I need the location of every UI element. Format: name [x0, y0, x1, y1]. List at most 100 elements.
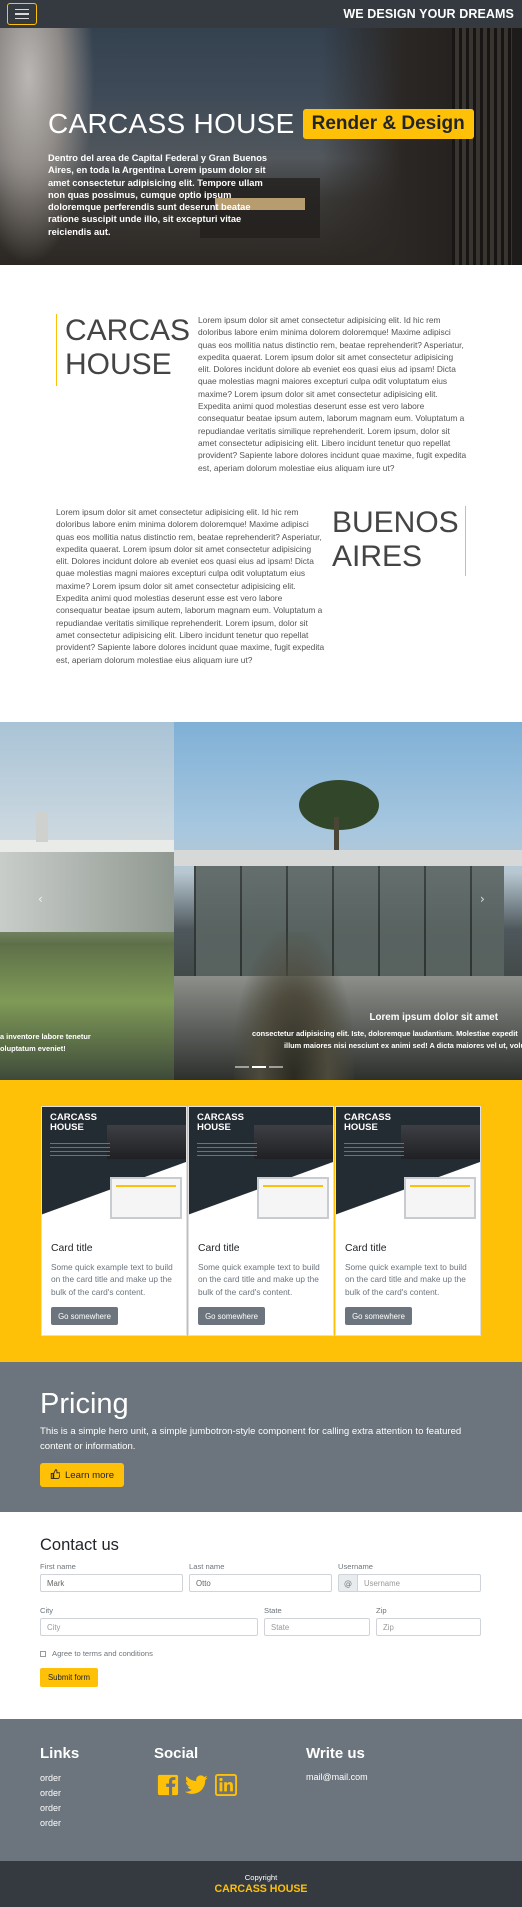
carousel-heading: Lorem ipsum dolor sit amet	[369, 1012, 498, 1023]
links-title: Links	[40, 1745, 80, 1762]
email-link[interactable]: mail@mail.com	[306, 1772, 368, 1782]
section-title-line: CARCAS	[65, 314, 191, 347]
hero-text: Dentro del area de Capital Federal y Gra…	[48, 153, 268, 237]
section-title-line: HOUSE	[65, 348, 172, 381]
carousel-indicator[interactable]	[235, 1066, 249, 1068]
go-somewhere-button[interactable]: Go somewhere	[345, 1307, 412, 1325]
hero-badge: Render & Design	[302, 109, 474, 139]
card-image: CARCASS HOUSE	[336, 1107, 480, 1229]
carousel-indicator[interactable]	[252, 1066, 266, 1068]
carousel-slide-active	[174, 722, 522, 1080]
page: WE DESIGN YOUR DREAMS CARCASS HOUSE Rend…	[0, 0, 522, 1907]
facebook-icon[interactable]	[156, 1773, 179, 1796]
card-body: Card title Some quick example text to bu…	[345, 1243, 473, 1298]
pricing-text: This is a simple hero unit, a simple jum…	[40, 1426, 462, 1452]
section-buenos-aires-title: BUENOS AIRES	[332, 506, 466, 576]
navbar: WE DESIGN YOUR DREAMS	[0, 0, 522, 28]
card-image-lines	[50, 1143, 110, 1157]
carousel-indicators	[235, 1066, 283, 1068]
house-roof	[0, 840, 174, 852]
chevron-right-icon[interactable]: ›	[480, 892, 485, 906]
laptop-mockup	[257, 1177, 329, 1219]
footer-link[interactable]: order	[40, 1818, 61, 1828]
submit-button[interactable]: Submit form	[40, 1668, 98, 1687]
state-label: State	[264, 1606, 282, 1615]
carousel-caption: illum maiores nisi nesciunt ex animi sed…	[284, 1041, 522, 1050]
pricing-title: Pricing	[40, 1388, 129, 1420]
card-image-title-line: HOUSE	[344, 1122, 378, 1133]
carousel-caption: consectetur adipisicing elit. Iste, dolo…	[252, 1029, 518, 1038]
copyright-label: Copyright	[244, 1873, 278, 1882]
card-image-lines	[197, 1143, 257, 1157]
house-roof	[174, 850, 522, 866]
city-field[interactable]: City	[40, 1618, 258, 1636]
thumbs-up-icon	[50, 1468, 61, 1482]
hero-banner: CARCASS HOUSE Render & Design Dentro del…	[0, 28, 522, 265]
hero-title-text: CARCASS HOUSE	[48, 108, 295, 139]
last-name-field[interactable]: Otto	[189, 1574, 332, 1592]
social-icons	[156, 1773, 237, 1796]
linkedin-icon[interactable]	[214, 1773, 237, 1796]
card-image-title: CARCASS HOUSE	[197, 1113, 244, 1133]
go-somewhere-button[interactable]: Go somewhere	[51, 1307, 118, 1325]
card: CARCASS HOUSE Card title Some quick examp…	[335, 1106, 481, 1336]
state-field[interactable]: State	[264, 1618, 370, 1636]
footer: Links order order order order Social Wri…	[0, 1719, 522, 1861]
image-carousel[interactable]: a inventore labore tenetur oluptatum eve…	[0, 722, 522, 1080]
carousel-caption: oluptatum eveniet!	[0, 1044, 66, 1053]
carousel-slide-prev: a inventore labore tenetur oluptatum eve…	[0, 722, 174, 1080]
agree-label: Agree to terms and conditions	[52, 1649, 153, 1658]
card-image-title: CARCASS HOUSE	[344, 1113, 391, 1133]
hamburger-icon[interactable]	[7, 3, 37, 25]
username-label: Username	[338, 1562, 374, 1571]
navbar-brand[interactable]: WE DESIGN YOUR DREAMS	[343, 7, 514, 21]
card-image-lines	[344, 1143, 404, 1157]
contact-form: Contact us First name Mark Last name Ott…	[0, 1512, 522, 1719]
city-label: City	[40, 1606, 54, 1615]
copyright-brand: CARCASS HOUSE	[214, 1883, 308, 1895]
last-name-label: Last name	[189, 1562, 225, 1571]
at-sign-icon: @	[338, 1574, 358, 1592]
pricing-jumbotron: Pricing This is a simple hero unit, a si…	[0, 1362, 522, 1512]
card-text: Some quick example text to build on the …	[345, 1262, 467, 1297]
card-text: Some quick example text to build on the …	[198, 1262, 320, 1297]
carousel-caption: a inventore labore tenetur	[0, 1032, 91, 1041]
section-title-line: BUENOS	[332, 506, 459, 539]
card-text: Some quick example text to build on the …	[51, 1262, 173, 1297]
username-field[interactable]: Username	[357, 1574, 481, 1592]
section-carcas-house-title: CARCAS HOUSE	[56, 314, 196, 386]
contact-title: Contact us	[40, 1536, 119, 1554]
footer-link[interactable]: order	[40, 1803, 61, 1813]
laptop-mockup	[404, 1177, 476, 1219]
go-somewhere-button[interactable]: Go somewhere	[198, 1307, 265, 1325]
twitter-icon[interactable]	[185, 1773, 208, 1796]
agree-checkbox[interactable]: Agree to terms and conditions	[40, 1649, 153, 1658]
ornamental-grass	[234, 932, 354, 1080]
card-title: Card title	[345, 1243, 387, 1254]
card-image: CARCASS HOUSE	[189, 1107, 333, 1229]
write-us-title: Write us	[306, 1745, 365, 1762]
copyright-bar: Copyright CARCASS HOUSE	[0, 1861, 522, 1907]
card-image: CARCASS HOUSE	[42, 1107, 186, 1229]
section-carcas-house-text: Lorem ipsum dolor sit amet consectetur a…	[198, 315, 467, 473]
first-name-field[interactable]: Mark	[40, 1574, 183, 1592]
footer-link[interactable]: order	[40, 1788, 61, 1798]
laptop-mockup	[110, 1177, 182, 1219]
card: CARCASS HOUSE Card title Some quick examp…	[188, 1106, 334, 1336]
house-chimney	[36, 812, 48, 842]
zip-label: Zip	[376, 1606, 387, 1615]
card-body: Card title Some quick example text to bu…	[198, 1243, 326, 1298]
chevron-left-icon[interactable]: ‹	[38, 892, 43, 906]
section-buenos-aires-text: Lorem ipsum dolor sit amet consectetur a…	[56, 507, 325, 665]
hero-slats	[452, 28, 512, 265]
house-wall	[0, 852, 174, 932]
zip-field[interactable]: Zip	[376, 1618, 481, 1636]
palm-tree	[299, 780, 379, 830]
carousel-indicator[interactable]	[269, 1066, 283, 1068]
first-name-label: First name	[40, 1562, 76, 1571]
checkbox-box[interactable]	[40, 1650, 46, 1657]
card-image-title-line: HOUSE	[50, 1122, 84, 1133]
footer-link[interactable]: order	[40, 1773, 61, 1783]
card-title: Card title	[198, 1243, 240, 1254]
learn-more-button[interactable]: Learn more	[40, 1463, 124, 1487]
